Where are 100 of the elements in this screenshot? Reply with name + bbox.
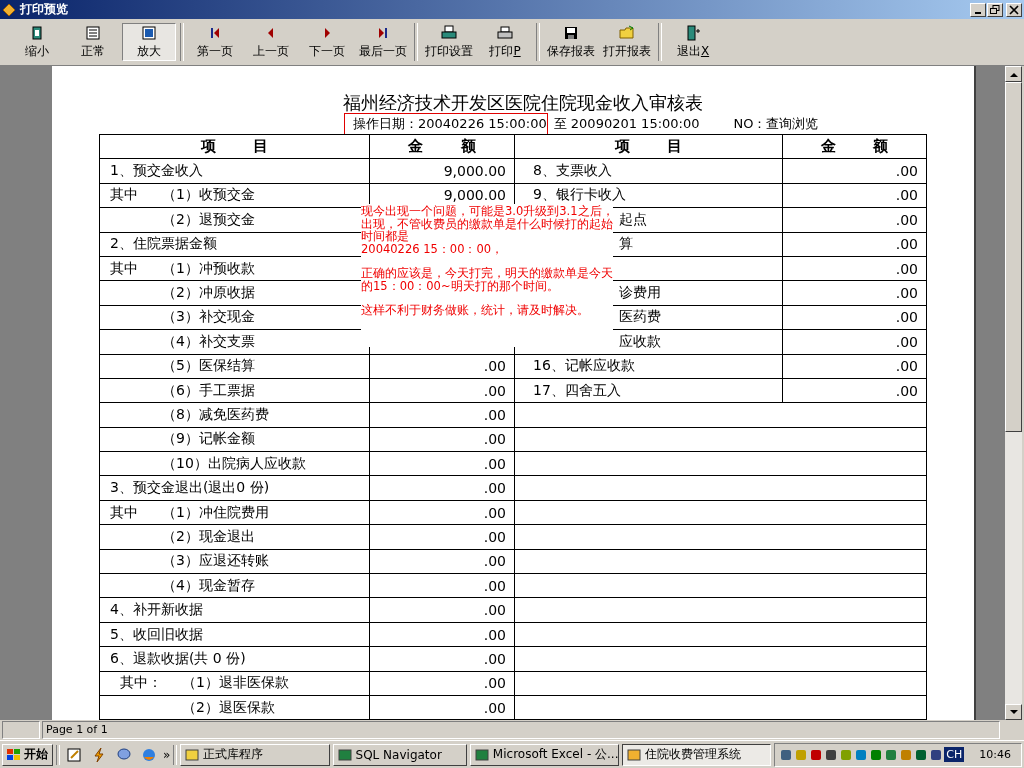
toolbar-button[interactable]: 打开报表 [600,23,654,61]
item-cell: 8、支票收入 [514,158,783,184]
taskbar-task[interactable]: SQL Navigator [332,743,467,766]
toolbar-button[interactable]: 正常 [66,23,120,61]
language-indicator[interactable]: CH [944,747,965,762]
window-app-icon [185,747,200,762]
report-title: 福州经济技术开发区医院住院现金收入审核表 [342,92,704,114]
app-icon [2,2,16,17]
lightning-icon[interactable] [91,746,107,763]
amount-cell: .00 [369,354,515,379]
item-cell: 5、收回旧收据 [99,622,370,647]
scroll-up-button[interactable] [1005,66,1022,82]
tray-icon[interactable] [929,747,944,762]
toolbar-button[interactable]: 打印设置 [422,23,476,61]
toolbar-button[interactable]: 保存报表 [544,23,598,61]
clock: 10:46 [979,748,1011,761]
tray-icon[interactable] [824,747,839,762]
vertical-scrollbar[interactable] [1005,66,1022,720]
up-arrow-icon [1009,71,1018,77]
item-cell: （2）现金退出 [99,524,370,550]
scroll-down-button[interactable] [1005,704,1022,720]
amount-cell: .00 [369,597,515,623]
small-page-icon [29,24,45,41]
close-button[interactable] [1006,2,1022,17]
lined-page-icon [85,24,101,41]
notepad-icon[interactable] [66,746,82,763]
toolbar-button[interactable]: 上一页 [244,23,298,61]
more-chevron[interactable]: » [163,747,171,762]
amount-cell: .00 [369,622,515,647]
tray-icon[interactable] [779,747,794,762]
column-header: 项目 [99,134,370,159]
item-cell: 6、退款收据(共 0 份) [99,646,370,672]
item-cell: （4）现金暂存 [99,573,370,598]
toolbar-button[interactable]: 缩小 [10,23,64,61]
item-cell: 其中 （1）冲住院费用 [99,500,370,525]
window-app-icon [474,747,489,762]
toolbar-button[interactable]: 第一页 [188,23,242,61]
minimize-button[interactable] [970,2,986,17]
item-cell: （3）应退还转账 [99,549,370,574]
amount-cell: .00 [369,427,515,452]
windows-flag-icon [7,748,21,761]
page-indicator: Page 1 of 1 [42,721,1000,739]
taskbar-task[interactable]: 住院收费管理系统 [622,743,772,766]
tray-icon[interactable] [809,747,824,762]
item-cell: 4、补开新收据 [99,597,370,623]
amount-cell: .00 [782,280,927,306]
amount-cell: .00 [782,378,927,403]
amount-cell: .00 [782,354,927,379]
amount-cell: .00 [369,475,515,501]
folder-icon [619,24,635,41]
amount-cell: .00 [369,573,515,598]
restore-button[interactable] [987,2,1003,17]
item-cell: （5）医保结算 [99,354,370,379]
amount-cell: 9,000.00 [369,158,515,184]
item-cell: 1、预交金收入 [99,158,370,184]
toolbar-button[interactable]: 下一页 [300,23,354,61]
restore-icon [990,4,1000,15]
column-header: 金额 [782,134,927,159]
minimize-icon [975,11,981,14]
amount-cell: .00 [369,646,515,672]
toolbar-button[interactable]: 放大 [122,23,176,61]
report-number: NO：查询浏览 [733,115,819,133]
amount-cell: .00 [782,256,927,281]
tray-icon[interactable] [914,747,929,762]
window-app-icon [337,747,352,762]
amount-cell: .00 [369,451,515,476]
column-header: 项目 [514,134,783,159]
close-icon [1009,4,1019,15]
start-button[interactable]: 开始 [2,743,53,766]
amount-cell: .00 [369,524,515,550]
tray-icon[interactable] [869,747,884,762]
item-cell: （10）出院病人应收款 [99,451,370,476]
item-cell: （2）退医保款 [99,695,370,720]
amount-cell: .00 [369,549,515,574]
date-range-end: 至 20090201 15:00:00 [553,115,700,133]
amount-cell: .00 [369,695,515,720]
printer-icon [497,24,513,41]
tray-icon[interactable] [884,747,899,762]
toolbar-button[interactable]: 打印P [478,23,532,61]
amount-cell: .00 [369,671,515,696]
chat-bubble-icon[interactable] [116,746,132,763]
item-cell: （6）手工票据 [99,378,370,403]
amount-cell: .00 [782,183,927,208]
toolbar-button[interactable]: 退出X [666,23,720,61]
amount-cell: .00 [782,232,927,257]
item-cell: 17、四舍五入 [514,378,783,403]
taskbar-task[interactable]: 正式库程序 [180,743,330,766]
column-header: 金额 [369,134,515,159]
door-exit-icon [685,24,701,41]
window-title: 打印预览 [20,1,68,18]
taskbar-task[interactable]: Microsoft Excel - 公... [469,743,620,766]
item-cell: 3、预交金退出(退出0 份) [99,475,370,501]
amount-cell: .00 [782,329,927,354]
amount-cell: .00 [369,402,515,428]
printer-icon [441,24,457,41]
item-cell: （8）减免医药费 [99,402,370,428]
amount-cell: .00 [782,158,927,184]
globe-icon[interactable] [141,746,157,763]
item-cell: （9）记帐金额 [99,427,370,452]
toolbar-button[interactable]: 最后一页 [356,23,410,61]
